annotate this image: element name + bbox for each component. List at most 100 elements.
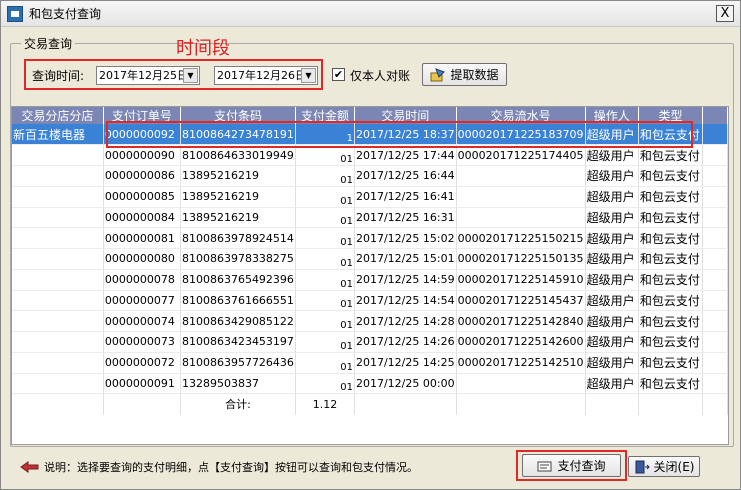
table-cell-blank xyxy=(585,393,639,415)
start-date-picker[interactable]: 2017年12月25日 ▼ xyxy=(96,66,200,85)
table-cell: 0000000073 xyxy=(103,331,181,353)
table-cell: 000020171225142840 xyxy=(456,310,586,332)
table-cell xyxy=(12,290,104,312)
table-row[interactable]: 0000000085 13895216219 01 2017/12/25 16:41 超… xyxy=(12,186,728,208)
table-cell: 8100863957726436 xyxy=(180,352,296,374)
table-cell: 0000000074 xyxy=(103,310,181,332)
table-cell: 0000000091 xyxy=(103,373,181,395)
table-cell: 0000000077 xyxy=(103,290,181,312)
table-cell xyxy=(456,186,586,208)
table-row[interactable]: 0000000091 13289503837 01 2017/12/25 00:00 超… xyxy=(12,373,728,395)
table-cell: 01 xyxy=(295,373,355,395)
table-cell xyxy=(12,186,104,208)
table-cell: 01 xyxy=(295,186,355,208)
table-cell: 2017/12/25 16:44 xyxy=(354,165,457,187)
table-cell: 2017/12/25 16:41 xyxy=(354,186,457,208)
table-cell-blank xyxy=(702,393,728,415)
table-cell: 和包云支付 xyxy=(638,290,704,312)
chevron-down-icon[interactable]: ▼ xyxy=(183,68,198,83)
table-cell xyxy=(12,352,104,374)
payment-query-button[interactable]: 支付查询 xyxy=(522,454,621,477)
table-cell-blank xyxy=(702,207,728,229)
table-row[interactable]: 0000000072 8100863957726436 01 2017/12/25 1… xyxy=(12,352,728,374)
table-cell: 13895216219 xyxy=(180,207,296,229)
table-cell-blank xyxy=(702,373,728,395)
table-cell: 和包云支付 xyxy=(638,248,704,270)
end-date-picker[interactable]: 2017年12月26日 ▼ xyxy=(214,66,318,85)
table-cell: 01 xyxy=(295,310,355,332)
table-cell: 01 xyxy=(295,352,355,374)
total-row: 合计: 1.12 xyxy=(12,393,728,415)
table-cell: 8100863423453197 xyxy=(180,331,296,353)
table-cell: 2017/12/25 14:59 xyxy=(354,269,457,291)
only-self-checkbox[interactable]: ✔ xyxy=(332,68,345,81)
table-cell: 01 xyxy=(295,227,355,249)
close-button[interactable]: 关闭(E) xyxy=(628,456,700,477)
table-cell-blank xyxy=(702,331,728,353)
table-cell: 8100863765492396 xyxy=(180,269,296,291)
table-cell-blank xyxy=(702,124,728,146)
table-cell: 13895216219 xyxy=(180,186,296,208)
table-cell: 超级用户 xyxy=(585,373,639,395)
table-cell: 超级用户 xyxy=(585,331,639,353)
table-cell xyxy=(12,165,104,187)
close-window-button[interactable]: X xyxy=(716,5,734,22)
payment-query-label: 支付查询 xyxy=(557,459,606,473)
app-icon xyxy=(7,5,23,22)
table-cell: 2017/12/25 14:25 xyxy=(354,352,457,374)
table-cell xyxy=(456,207,586,229)
table-cell: 000020171225142510 xyxy=(456,352,586,374)
table-row[interactable]: 0000000084 13895216219 01 2017/12/25 16:31 超… xyxy=(12,207,728,229)
table-cell: 000020171225145910 xyxy=(456,269,586,291)
table-cell: 2017/12/25 14:54 xyxy=(354,290,457,312)
table-row[interactable]: 0000000086 13895216219 01 2017/12/25 16:44 超… xyxy=(12,165,728,187)
start-date-value: 2017年12月25日 xyxy=(99,69,188,82)
table-cell: 2017/12/25 15:01 xyxy=(354,248,457,270)
table-cell: 0000000085 xyxy=(103,186,181,208)
table-cell: 8100863978924514 xyxy=(180,227,296,249)
only-self-label: 仅本人对账 xyxy=(350,69,411,83)
table-cell: 0000000086 xyxy=(103,165,181,187)
table-row[interactable]: 0000000080 8100863978338275 01 2017/12/25 1… xyxy=(12,248,728,270)
table-cell xyxy=(12,373,104,395)
table-cell-blank xyxy=(702,269,728,291)
table-cell xyxy=(456,165,586,187)
group-label: 交易查询 xyxy=(21,35,76,52)
query-icon xyxy=(537,459,553,473)
table-cell: 0000000081 xyxy=(103,227,181,249)
table-cell-blank xyxy=(103,393,181,415)
table-cell xyxy=(12,144,104,166)
table-cell: 2017/12/25 14:26 xyxy=(354,331,457,353)
table-cell: 和包云支付 xyxy=(638,331,704,353)
table-cell: 0000000078 xyxy=(103,269,181,291)
table-cell: 01 xyxy=(295,165,355,187)
table-cell: 超级用户 xyxy=(585,290,639,312)
table-cell: 和包云支付 xyxy=(638,352,704,374)
table-cell: 000020171225150215 xyxy=(456,227,586,249)
table-cell: 01 xyxy=(295,290,355,312)
table-row[interactable]: 0000000077 8100863761666551 01 2017/12/25 1… xyxy=(12,290,728,312)
table-cell: 0000000080 xyxy=(103,248,181,270)
transaction-grid[interactable]: 交易分店分店 支付订单号 支付条码 支付金额 交易时间 交易流水号 操作人 类型… xyxy=(11,106,729,445)
table-cell: 超级用户 xyxy=(585,248,639,270)
table-cell xyxy=(12,227,104,249)
fetch-data-button[interactable]: 提取数据 xyxy=(422,63,507,86)
table-row[interactable]: 0000000073 8100863423453197 01 2017/12/25 1… xyxy=(12,331,728,353)
table-cell-blank xyxy=(702,186,728,208)
table-cell: 01 xyxy=(295,331,355,353)
title-bar[interactable]: 和包支付查询 X xyxy=(1,1,740,27)
table-cell: 8100863761666551 xyxy=(180,290,296,312)
table-cell: 2017/12/25 16:31 xyxy=(354,207,457,229)
table-row[interactable]: 0000000078 8100863765492396 01 2017/12/25 1… xyxy=(12,269,728,291)
table-cell: 和包云支付 xyxy=(638,165,704,187)
table-cell xyxy=(12,207,104,229)
table-cell-blank xyxy=(638,393,704,415)
table-cell-blank xyxy=(702,144,728,166)
table-cell: 超级用户 xyxy=(585,207,639,229)
col-header[interactable]: 交易分店分店 xyxy=(12,107,104,124)
selected-row-highlight xyxy=(106,121,693,148)
table-row[interactable]: 0000000081 8100863978924514 01 2017/12/25 1… xyxy=(12,227,728,249)
table-row[interactable]: 0000000074 8100863429085122 01 2017/12/25 1… xyxy=(12,310,728,332)
chevron-down-icon[interactable]: ▼ xyxy=(301,68,316,83)
table-cell: 0000000072 xyxy=(103,352,181,374)
